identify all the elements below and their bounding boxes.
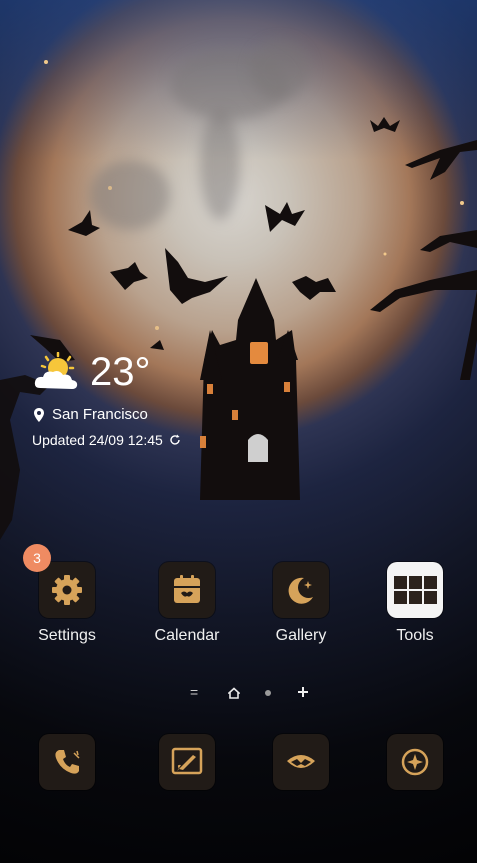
weather-widget[interactable]: 23° San Francisco Updated 24/09 12:45 <box>32 350 232 450</box>
city-name: San Francisco <box>52 406 148 423</box>
app-label: Tools <box>396 627 434 644</box>
app-label: Calendar <box>154 627 220 644</box>
page-indicator[interactable]: = <box>190 684 320 704</box>
location-pin-icon <box>34 407 44 422</box>
calendar-tile[interactable] <box>159 562 215 618</box>
calendar-icon <box>174 575 200 603</box>
add-page-icon[interactable] <box>297 686 309 698</box>
dock-phone[interactable] <box>17 734 117 790</box>
app-gallery[interactable]: Gallery <box>251 562 351 645</box>
messages-icon <box>171 747 203 775</box>
dock-compass[interactable] <box>365 734 465 790</box>
compass-tile[interactable] <box>387 734 443 790</box>
app-calendar[interactable]: Calendar <box>137 562 237 645</box>
temperature: 23° <box>90 350 151 394</box>
app-label: Gallery <box>275 627 327 644</box>
location: San Francisco <box>34 406 148 423</box>
tools-folder-tile[interactable] <box>387 562 443 618</box>
dock-browser[interactable] <box>251 734 351 790</box>
compass-icon <box>401 748 429 776</box>
notification-badge: 3 <box>23 544 51 572</box>
gear-icon <box>52 575 82 605</box>
moon-gallery-icon <box>288 577 313 604</box>
phone-tile[interactable] <box>39 734 95 790</box>
dock-messages[interactable] <box>137 734 237 790</box>
app-settings[interactable]: 3 Settings <box>17 544 117 645</box>
messages-tile[interactable] <box>159 734 215 790</box>
tools-folder-icon <box>393 576 437 604</box>
update-status: Updated 24/09 12:45 <box>32 432 181 448</box>
menu-page-icon[interactable]: = <box>190 684 198 700</box>
browser-bat-icon <box>287 755 315 768</box>
browser-tile[interactable] <box>273 734 329 790</box>
page-dot-icon[interactable] <box>264 689 272 697</box>
home-page-icon[interactable] <box>228 687 240 699</box>
phone-icon <box>55 750 80 774</box>
refresh-icon[interactable] <box>169 434 181 446</box>
app-label: Settings <box>38 627 96 644</box>
partly-cloudy-sun-icon <box>34 352 78 389</box>
app-tools-folder[interactable]: Tools <box>365 562 465 645</box>
updated-text: Updated 24/09 12:45 <box>32 432 163 448</box>
gallery-tile[interactable] <box>273 562 329 618</box>
settings-tile[interactable]: 3 <box>23 544 95 618</box>
